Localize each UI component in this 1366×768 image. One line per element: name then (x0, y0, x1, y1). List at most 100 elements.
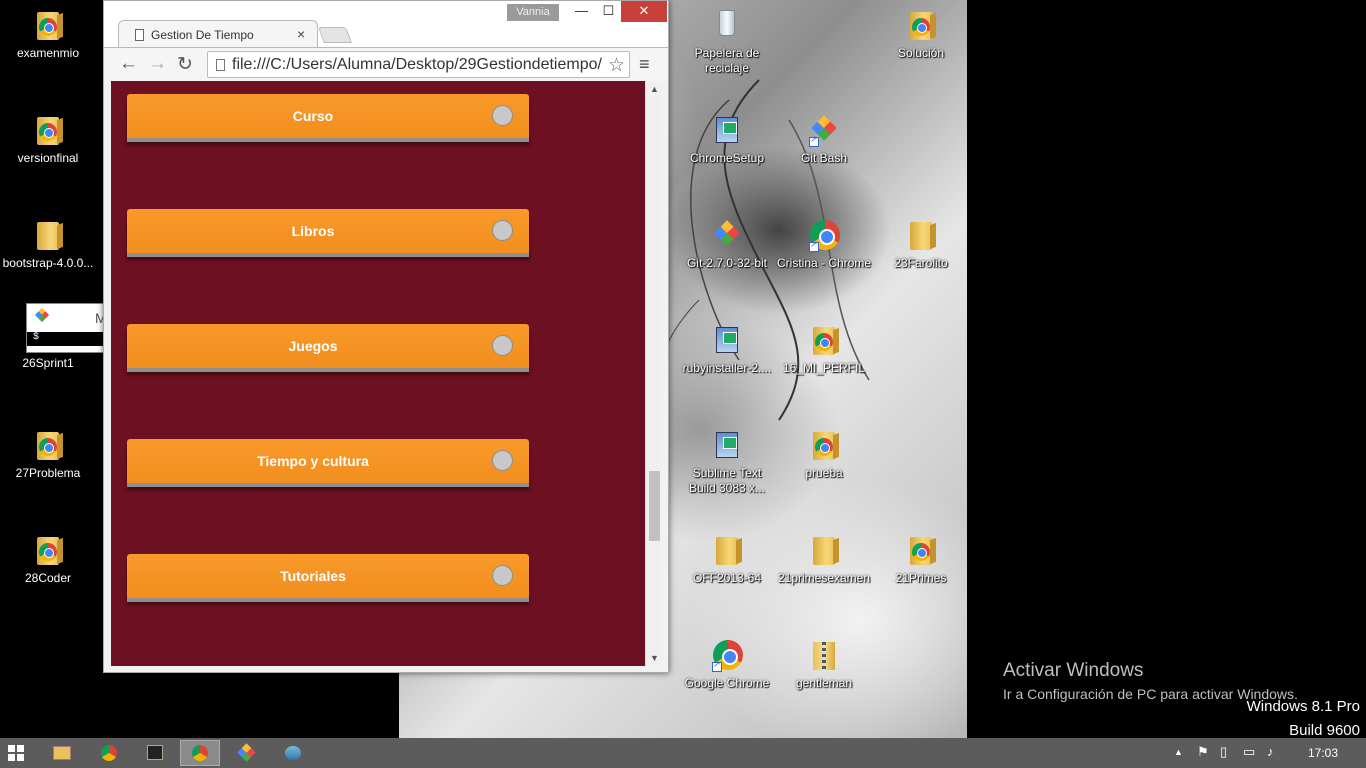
radio-button[interactable] (492, 450, 513, 471)
desktop-icon-versionfinal[interactable]: versionfinal (0, 113, 96, 166)
desktop-icon-chromesetup[interactable]: ChromeSetup (679, 113, 775, 166)
desktop-icon-gentleman[interactable]: gentleman (776, 638, 872, 691)
chrome-icon (710, 638, 744, 672)
desktop-icon-21primes[interactable]: 21Primes (873, 533, 969, 586)
card-label: Juegos (288, 338, 338, 354)
address-bar[interactable]: file:///C:/Users/Alumna/Desktop/29Gestio… (207, 51, 630, 78)
radio-button[interactable] (492, 220, 513, 241)
card-libros[interactable]: Libros (127, 209, 529, 253)
desktop-icon-solucion[interactable]: Solución (873, 8, 969, 61)
volume-icon[interactable]: ♪ (1267, 744, 1274, 759)
desktop-icon-label: 21Primes (895, 571, 947, 585)
desktop-icon-label: versionfinal (17, 151, 79, 165)
chrome-folder-icon (807, 428, 841, 462)
taskbar-clock[interactable]: 17:03 (1308, 746, 1338, 760)
chrome-folder-icon (807, 323, 841, 357)
menu-icon[interactable]: ≡ (639, 54, 650, 75)
desktop-icon-label: Google Chrome (684, 676, 770, 690)
desktop-icon-bootstrap[interactable]: bootstrap-4.0.0... (0, 218, 96, 271)
radio-button[interactable] (492, 565, 513, 586)
minimize-button[interactable]: — (568, 1, 595, 22)
card-juegos[interactable]: Juegos (127, 324, 529, 368)
desktop-icon-27problema[interactable]: 27Problema (0, 428, 96, 481)
activation-title: Activar Windows (1003, 660, 1144, 681)
scrollbar-thumb[interactable] (649, 471, 660, 541)
url-text[interactable]: file:///C:/Users/Alumna/Desktop/29Gestio… (232, 56, 607, 74)
new-tab-button[interactable] (318, 27, 352, 43)
taskbar: ▲ ⚑ ▯ ▭ ♪ 17:03 (0, 738, 1366, 768)
chrome-folder-icon (904, 8, 938, 42)
desktop-icon-cristina-chrome[interactable]: Cristina - Chrome (776, 218, 872, 271)
desktop-icon-21primesexamen[interactable]: 21primesexamen (776, 533, 872, 586)
desktop-icon-23farolito[interactable]: 23Farolito (873, 218, 969, 271)
desktop-icon-label: Git Bash (800, 151, 848, 165)
maximize-button[interactable]: ☐ (595, 1, 622, 22)
radio-button[interactable] (492, 335, 513, 356)
git-icon[interactable] (227, 740, 267, 766)
recycle-bin-icon (710, 8, 744, 42)
git-bash-window-preview[interactable]: M $ (26, 303, 107, 353)
card-tutoriales[interactable]: Tutoriales (127, 554, 529, 598)
git-icon (807, 113, 841, 147)
desktop-icon-sublime[interactable]: Sublime Text Build 3083 x... (679, 428, 775, 496)
folder-icon (807, 533, 841, 567)
desktop-icon-mi-perfil[interactable]: 16_MI_PERFIL (776, 323, 872, 376)
show-hidden-icons-icon[interactable]: ▲ (1174, 747, 1183, 757)
chrome-icon[interactable] (89, 740, 129, 766)
folder-icon (710, 533, 744, 567)
desktop-icon-label: 27Problema (15, 466, 81, 480)
chrome-folder-icon (31, 113, 65, 147)
card-tiempo-y-cultura[interactable]: Tiempo y cultura (127, 439, 529, 483)
desktop-icon-label: rubyinstaller-2.... (682, 361, 772, 375)
card-curso[interactable]: Curso (127, 94, 529, 138)
card-label: Tutoriales (280, 568, 346, 584)
desktop-icon-label: ChromeSetup (689, 151, 765, 165)
back-icon[interactable]: ← (119, 53, 138, 75)
flag-icon[interactable]: ⚑ (1197, 744, 1209, 760)
desktop-icon-label: Cristina - Chrome (776, 256, 872, 270)
title-bar[interactable]: Vannia — ☐ ✕ Gestion De Tiempo × (104, 1, 668, 48)
chrome-folder-icon (31, 8, 65, 42)
power-icon[interactable]: ▯ (1220, 744, 1227, 760)
desktop-icon-google-chrome[interactable]: Google Chrome (679, 638, 775, 691)
desktop-icon-label: Solución (897, 46, 945, 60)
file-explorer-icon[interactable] (42, 740, 82, 766)
desktop-icon-prueba[interactable]: prueba (776, 428, 872, 481)
display-icon[interactable]: ▭ (1243, 744, 1255, 760)
vertical-scrollbar[interactable]: ▲ ▼ (645, 81, 662, 666)
tab-close-icon[interactable]: × (297, 26, 305, 42)
close-button[interactable]: ✕ (621, 1, 667, 22)
page-viewport: Curso Libros Juegos Tiempo y cultura Tut… (111, 81, 661, 666)
forward-icon[interactable]: → (148, 53, 167, 75)
desktop-icon-git-bash[interactable]: Git Bash (776, 113, 872, 166)
chrome-active-icon[interactable] (180, 740, 220, 766)
terminal-prompt: $ (27, 332, 103, 346)
card-label: Libros (291, 223, 335, 239)
desktop-icon-label: OFF2013-64 (692, 571, 762, 585)
desktop-icon-recycle-bin[interactable]: Papelera de reciclaje (679, 8, 775, 76)
card-label: Curso (292, 108, 334, 124)
browser-toolbar: ← → ↻ file:///C:/Users/Alumna/Desktop/29… (104, 47, 668, 81)
desktop-icon-28coder[interactable]: 28Coder (0, 533, 96, 586)
control-panel-icon[interactable] (273, 740, 313, 766)
start-icon[interactable] (8, 745, 24, 761)
desktop-icon-label: prueba (805, 466, 843, 480)
chrome-window[interactable]: Vannia — ☐ ✕ Gestion De Tiempo × ← → ↻ f… (103, 0, 669, 673)
tab-gestion-de-tiempo[interactable]: Gestion De Tiempo × (118, 20, 318, 48)
radio-button[interactable] (492, 105, 513, 126)
desktop-icon-examenmio[interactable]: examenmio (0, 8, 96, 61)
bookmark-star-icon[interactable]: ☆ (608, 54, 625, 77)
git-icon (34, 307, 50, 323)
scroll-up-icon[interactable]: ▲ (650, 84, 659, 94)
desktop-icon-git-installer[interactable]: Git-2.7.0-32-bit (679, 218, 775, 271)
scroll-down-icon[interactable]: ▼ (650, 653, 659, 663)
os-version: Windows 8.1 Pro Build 9600 (1247, 695, 1360, 743)
profile-badge[interactable]: Vannia (507, 4, 559, 21)
reload-icon[interactable]: ↻ (177, 53, 193, 76)
terminal-icon[interactable] (135, 740, 175, 766)
desktop-icon-rubyinstaller[interactable]: rubyinstaller-2.... (679, 323, 775, 376)
git-icon (710, 218, 744, 252)
folder-icon (31, 218, 65, 252)
chrome-folder-icon (31, 428, 65, 462)
desktop-icon-off2013[interactable]: OFF2013-64 (679, 533, 775, 586)
